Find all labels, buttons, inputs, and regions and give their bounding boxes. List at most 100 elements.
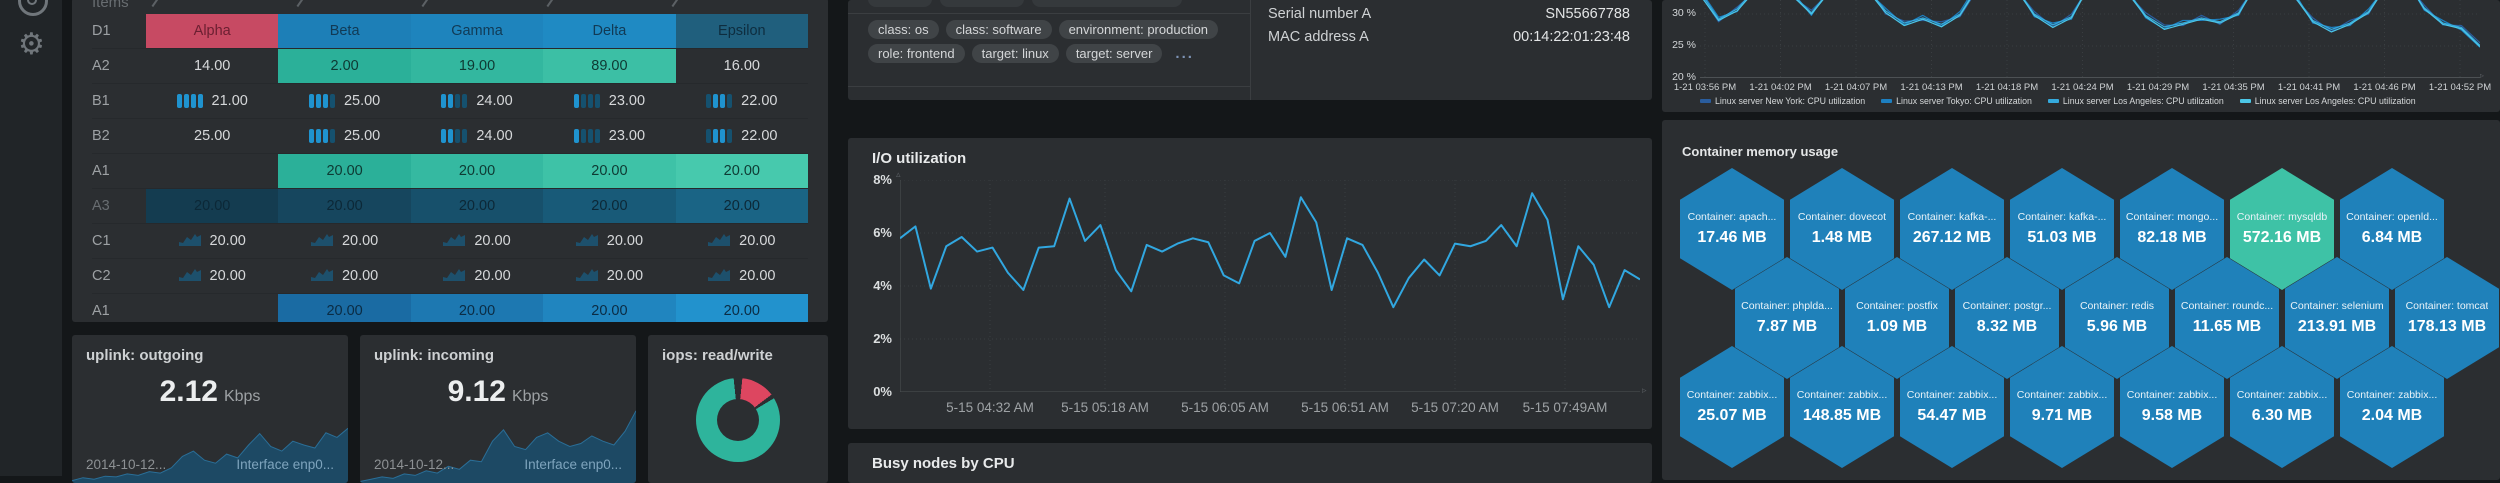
legend-item[interactable]: Linux server Tokyo: CPU utilization — [1881, 96, 2032, 106]
table-cell: 24.00 — [411, 119, 543, 153]
cell-value: Delta — [592, 23, 627, 39]
legend-item[interactable]: Linux server Los Angeles: CPU utilizatio… — [2047, 96, 2224, 106]
panel-title: I/O utilization — [872, 150, 967, 167]
cell-value: 20.00 — [209, 268, 246, 284]
container-memory-value: 9.58 MB — [2141, 407, 2203, 424]
table-cell: 20.00 — [411, 259, 543, 293]
container-memory-value: 11.65 MB — [2192, 318, 2262, 335]
cell-value: Gamma — [451, 23, 503, 39]
x-tick-label: 5-15 07:20 AM — [1411, 400, 1499, 415]
container-name: Container: zabbix... — [2126, 389, 2218, 401]
x-tick-label: 1-21 04:07 PM — [1824, 82, 1888, 93]
cell-value: 20.00 — [739, 268, 776, 284]
table-body: D1 Alpha Beta Gamma Delta Epsilon A2 14.00 2.00 1… — [92, 14, 809, 322]
cell-value: 25.00 — [343, 128, 381, 144]
x-tick-label: 5-15 06:05 AM — [1181, 400, 1269, 415]
table-cell — [146, 294, 278, 322]
container-name: Container: zabbix... — [2236, 389, 2328, 401]
cell-value: 20.00 — [341, 233, 379, 249]
settings-gear-icon[interactable]: ⚙ — [18, 30, 45, 60]
cell-value: 20.00 — [606, 233, 644, 249]
row-label: C1 — [92, 233, 111, 249]
data-overview-panel: Items D1 Alpha Beta Gamma Delta Epsilon A2 14.0… — [72, 0, 828, 322]
y-tick-label: 6% — [873, 225, 892, 240]
x-tick-label: 1-21 04:02 PM — [1749, 82, 1812, 93]
cell-value: 20.00 — [723, 198, 760, 214]
tag-pill[interactable]: target: server — [1065, 44, 1163, 63]
container-memory-value: 6.84 MB — [2361, 229, 2423, 246]
panel-title: iops: read/write — [662, 347, 773, 364]
cell-value: 20.00 — [739, 233, 776, 249]
container-name: Container: redis — [2079, 300, 2155, 312]
container-name: Container: dovecot — [1797, 211, 1887, 223]
iops-donut-chart — [696, 378, 780, 462]
cpu-line-chart — [1700, 0, 2480, 78]
table-cell: 20.00 — [675, 189, 809, 223]
container-memory-value: 572.16 MB — [2242, 229, 2322, 246]
table-cell: 20.00 — [410, 294, 544, 322]
divider — [848, 13, 1250, 14]
table-cell: 20.00 — [146, 224, 278, 258]
table-row: A1 20.00 20.00 20.00 20.00 — [92, 294, 809, 322]
cut-tag — [940, 0, 1024, 7]
uplink-outgoing-panel: uplink: outgoing 2.12 Kbps 2014-10-12... … — [72, 335, 348, 483]
panel-title: Busy nodes by CPU — [872, 455, 1015, 472]
tag-pill[interactable]: target: linux — [971, 44, 1059, 63]
legend-item[interactable]: Linux server Los Angeles: CPU utilizatio… — [2239, 96, 2416, 106]
chart-legend: Linux server New York: CPU utilization Li… — [1700, 96, 2494, 106]
container-memory-value: 17.46 MB — [1697, 229, 1767, 246]
x-tick-label: 5-15 04:32 AM — [946, 400, 1034, 415]
tag-pill[interactable]: environment: production — [1058, 20, 1219, 39]
tag-pill[interactable]: class: software — [945, 20, 1052, 39]
cell-value: 21.00 — [211, 93, 248, 109]
container-name: Container: zabbix... — [2346, 389, 2438, 401]
container-name: Container: postfix — [1856, 300, 1938, 312]
y-tick-label: 2% — [873, 331, 892, 346]
more-tags-button[interactable]: ... — [1175, 45, 1194, 62]
container-name: Container: apach... — [1687, 211, 1777, 223]
iops-panel: iops: read/write — [648, 335, 828, 483]
uplink-incoming-value: 9.12 Kbps — [447, 375, 549, 408]
table-row: D1 Alpha Beta Gamma Delta Epsilon — [92, 14, 809, 49]
cell-value: 20.00 — [341, 268, 379, 284]
panel-title: uplink: outgoing — [86, 347, 204, 364]
area-spark-icon — [708, 232, 731, 250]
table-row: A2 14.00 2.00 19.00 89.00 16.00 — [92, 49, 808, 84]
table-cell: 20.00 — [410, 189, 544, 223]
rotated-column-header-stub — [421, 0, 430, 8]
tag-pill[interactable]: role: frontend — [868, 44, 965, 63]
table-cell: 22.00 — [676, 84, 808, 118]
table-cell: Delta — [543, 14, 676, 48]
tag-pill[interactable]: class: os — [868, 20, 939, 39]
support-icon[interactable] — [18, 0, 48, 16]
rotated-column-header-stub — [546, 0, 555, 8]
table-cell: Gamma — [410, 14, 544, 48]
row-label: A2 — [92, 58, 110, 74]
cell-value: 89.00 — [591, 58, 628, 74]
container-memory-panel: Container memory usage Container: apach.… — [1662, 120, 2500, 480]
cell-value: 20.00 — [591, 198, 628, 214]
busy-nodes-panel: Busy nodes by CPU — [848, 443, 1652, 483]
legend-item[interactable]: Linux server New York: CPU utilization — [1700, 96, 1865, 106]
interface-label: Interface enp0... — [236, 457, 334, 472]
table-cell: 20.00 — [410, 154, 544, 188]
table-cell: Epsilon — [675, 14, 809, 48]
legend-color-marker — [1881, 99, 1893, 103]
bar-chart-icon — [176, 94, 203, 108]
container-memory-value: 148.85 MB — [1802, 407, 1882, 424]
cell-value: 20.00 — [591, 303, 628, 319]
cell-value: Alpha — [193, 23, 231, 39]
cell-value: 20.00 — [474, 268, 511, 284]
cell-value: 20.00 — [723, 303, 760, 319]
host-info-panel: class: os class: software environment: pro… — [848, 0, 1652, 100]
container-name: Container: zabbix... — [1906, 389, 1998, 401]
table-cell: Beta — [278, 14, 411, 48]
row-label: A1 — [92, 163, 110, 179]
container-name: Container: mongo... — [2125, 211, 2219, 223]
cell-value: 16.00 — [723, 58, 760, 74]
bar-chart-icon — [308, 94, 335, 108]
tag-row-1: class: os class: software environment: pro… — [868, 20, 1219, 39]
cell-value: 20.00 — [591, 163, 628, 179]
cell-value: 25.00 — [343, 93, 381, 109]
area-spark-icon — [708, 267, 731, 285]
